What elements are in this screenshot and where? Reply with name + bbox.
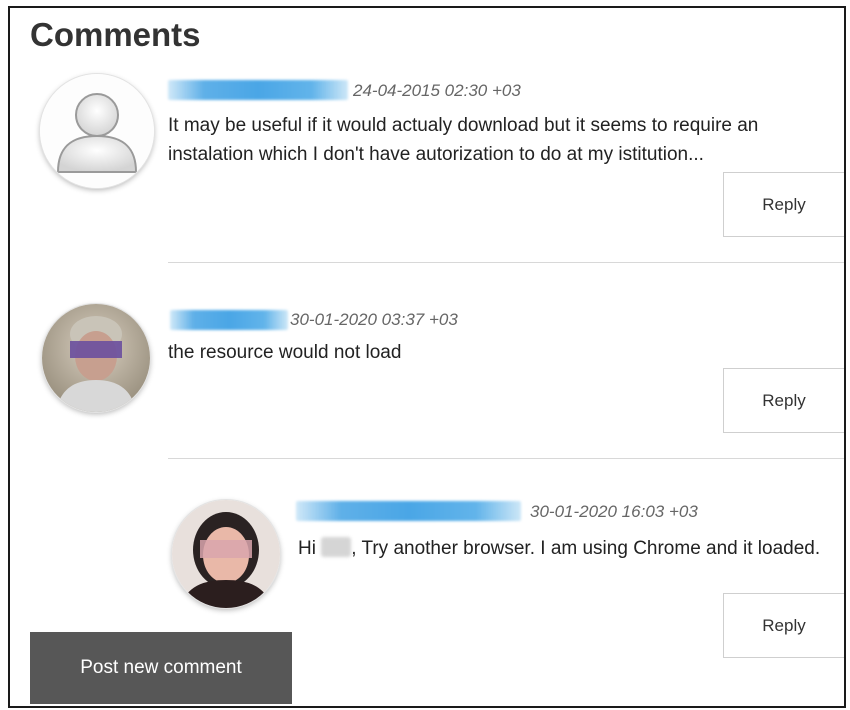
comment-text: the resource would not load — [168, 342, 402, 363]
comment-divider — [168, 458, 844, 459]
default-user-avatar-icon — [40, 74, 154, 188]
comment-text-body: , Try another browser. I am using Chrome… — [351, 538, 821, 559]
user-photo-avatar — [172, 500, 280, 608]
comment-timestamp: 24-04-2015 02:30 +03 — [353, 81, 521, 100]
comment-text: It may be useful if it would actualy dow… — [168, 115, 759, 165]
redacted-name — [321, 537, 352, 557]
comment-divider — [168, 262, 844, 263]
comment-timestamp: 30-01-2020 16:03 +03 — [530, 502, 698, 521]
comment-text: Hi , Try another browser. I am using Chr… — [298, 534, 828, 563]
reply-button[interactable]: Reply — [723, 368, 844, 433]
page-title: Comments — [30, 16, 201, 53]
comment-text-greeting: Hi — [298, 538, 322, 559]
author-name-redacted — [168, 80, 348, 100]
reply-button[interactable]: Reply — [723, 593, 844, 658]
author-name-redacted — [170, 310, 288, 330]
reply-button[interactable]: Reply — [723, 172, 844, 237]
user-photo-avatar — [42, 304, 150, 412]
comments-panel: Comments 24-04-2015 02:30 +03 It may be … — [8, 6, 846, 708]
comment-timestamp: 30-01-2020 03:37 +03 — [290, 310, 458, 329]
author-name-redacted — [296, 501, 521, 521]
post-new-comment-button[interactable]: Post new comment — [30, 632, 292, 704]
